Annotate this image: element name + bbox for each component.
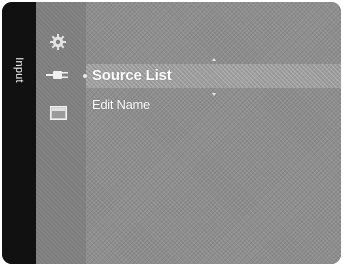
application-icon[interactable] — [50, 106, 67, 120]
tv-menu-screen: Input Source List Edit Name — [0, 0, 343, 271]
menu-item-source-list[interactable]: Source List — [92, 67, 172, 84]
side-tab-input[interactable]: Input — [2, 2, 36, 264]
gear-icon[interactable] — [50, 34, 66, 50]
selection-pointer — [83, 74, 87, 78]
scroll-up-indicator — [212, 58, 216, 61]
menu-panel: Source List Edit Name — [36, 2, 341, 264]
category-icon-column — [36, 2, 86, 264]
menu-frame: Input Source List Edit Name — [2, 2, 341, 264]
scroll-down-indicator — [212, 93, 216, 96]
input-plug-icon[interactable] — [46, 68, 70, 82]
side-tab-label: Input — [13, 57, 25, 83]
menu-item-edit-name[interactable]: Edit Name — [92, 97, 150, 112]
